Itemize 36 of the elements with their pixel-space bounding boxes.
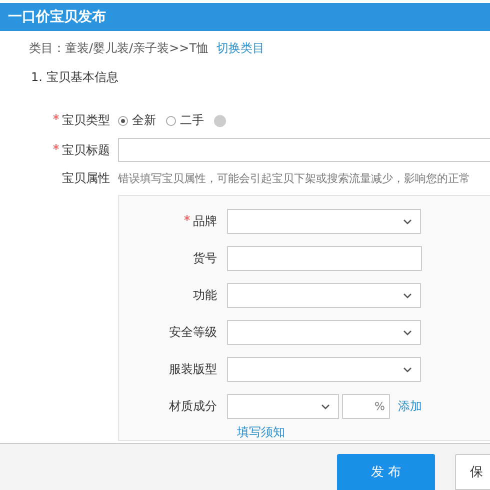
publish-button[interactable]: 发 布	[337, 454, 435, 490]
field-label: 安全等级	[169, 324, 217, 341]
category-path: 类目：童装/婴儿装/亲子装>>T恤	[29, 40, 209, 57]
chevron-icon	[403, 292, 412, 298]
percent-field[interactable]: %	[342, 394, 390, 419]
field-label: 品牌	[193, 213, 217, 230]
field-label: 宝贝属性	[62, 170, 110, 187]
radio-button[interactable]	[118, 116, 128, 126]
radio-button[interactable]	[166, 116, 176, 126]
field-label: 功能	[193, 287, 217, 304]
dropdown[interactable]	[227, 320, 421, 345]
section-title: 1. 宝贝基本信息	[30, 69, 120, 86]
input-field[interactable]	[227, 246, 422, 271]
title-input-field[interactable]	[118, 138, 490, 162]
field-label: 宝贝标题	[62, 142, 110, 158]
help-link[interactable]: 填写须知	[237, 424, 285, 441]
attribute-hint: 错误填写宝贝属性，可能会引起宝贝下架或搜索流量减少，影响您的正常	[118, 171, 470, 186]
field-label: 货号	[193, 250, 217, 267]
chevron-icon	[403, 366, 412, 372]
dropdown[interactable]	[227, 209, 421, 234]
field-label: 宝贝类型	[62, 112, 110, 129]
add-link[interactable]: 添加	[398, 398, 422, 415]
dropdown[interactable]	[227, 357, 421, 382]
field-label: 材质成分	[169, 398, 217, 415]
radio-label: 全新	[132, 112, 156, 129]
window-title: 一口价宝贝发布	[8, 8, 106, 26]
chevron-icon	[321, 404, 330, 410]
dropdown[interactable]	[227, 394, 339, 419]
dropdown[interactable]	[227, 283, 421, 308]
radio-label: 二手	[180, 112, 204, 129]
save-button[interactable]: 保	[455, 454, 490, 490]
chevron-icon	[403, 218, 412, 224]
switch-category-link[interactable]: 切换类目	[216, 40, 265, 57]
field-label: 服装版型	[169, 361, 217, 378]
help-icon[interactable]	[214, 114, 226, 126]
chevron-icon	[403, 330, 412, 336]
